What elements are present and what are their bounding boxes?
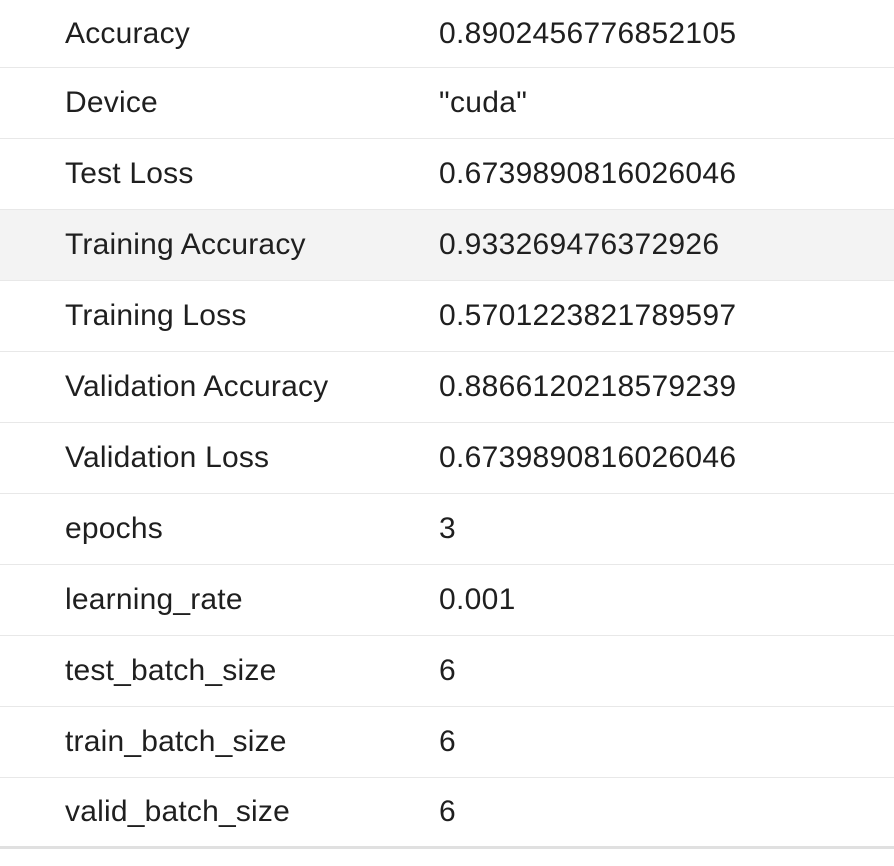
metric-name: test_batch_size [65, 654, 277, 687]
metric-value: 0.5701223821789597 [439, 299, 737, 332]
metric-value: 3 [439, 512, 456, 545]
metric-name: Device [65, 86, 158, 119]
table-row[interactable]: train_batch_size 6 [0, 707, 894, 778]
table-row[interactable]: Validation Accuracy 0.8866120218579239 [0, 352, 894, 423]
metric-name: learning_rate [65, 583, 243, 616]
metric-value: 6 [439, 654, 456, 687]
metric-name: epochs [65, 512, 163, 545]
metric-name: Test Loss [65, 157, 194, 190]
metric-value: 6 [439, 795, 456, 828]
metric-value: 0.6739890816026046 [439, 441, 737, 474]
metric-value: 0.8866120218579239 [439, 370, 737, 403]
metric-value: "cuda" [439, 86, 528, 119]
metric-name: Training Accuracy [65, 228, 306, 261]
metric-value: 6 [439, 725, 456, 758]
table-row[interactable]: test_batch_size 6 [0, 636, 894, 707]
metric-name: Accuracy [65, 16, 190, 50]
table-row[interactable]: Test Loss 0.6739890816026046 [0, 139, 894, 210]
table-row[interactable]: epochs 3 [0, 494, 894, 565]
table-row[interactable]: Training Loss 0.5701223821789597 [0, 281, 894, 352]
table-row[interactable]: Validation Loss 0.6739890816026046 [0, 423, 894, 494]
table-row[interactable]: valid_batch_size 6 [0, 778, 894, 849]
metric-name: Training Loss [65, 299, 247, 332]
table-row-hovered[interactable]: Training Accuracy 0.933269476372926 [0, 210, 894, 281]
table-row[interactable]: Device "cuda" [0, 68, 894, 139]
metric-value: 0.6739890816026046 [439, 157, 737, 190]
table-row[interactable]: Accuracy 0.8902456776852105 [0, 0, 894, 68]
metric-value: 0.933269476372926 [439, 228, 720, 261]
metric-name: valid_batch_size [65, 795, 291, 828]
metric-value: 0.001 [439, 583, 516, 616]
metrics-table: Accuracy 0.8902456776852105 Device "cuda… [0, 0, 894, 866]
metric-name: Validation Loss [65, 441, 270, 474]
metric-name: Validation Accuracy [65, 370, 329, 403]
metric-name: train_batch_size [65, 725, 287, 758]
metric-value: 0.8902456776852105 [439, 16, 737, 50]
table-row[interactable]: learning_rate 0.001 [0, 565, 894, 636]
